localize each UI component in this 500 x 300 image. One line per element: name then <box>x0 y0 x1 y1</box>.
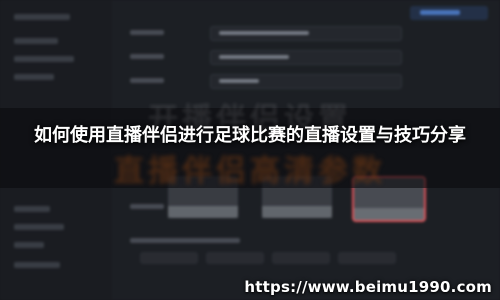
sidebar-item <box>14 242 44 248</box>
top-action-button[interactable] <box>410 6 488 20</box>
option-pill[interactable] <box>206 252 264 264</box>
option-pill[interactable] <box>140 252 198 264</box>
field-label <box>130 204 164 209</box>
sidebar-item <box>14 206 50 212</box>
field-label <box>130 238 240 243</box>
top-action-button-label <box>420 10 460 15</box>
sidebar-item <box>14 262 60 268</box>
sidebar-item <box>14 74 54 80</box>
settings-field[interactable] <box>210 50 402 65</box>
screenshot-canvas: 开播伴侣设置 直播伴侣高清参数 如何使用直播伴侣进行足球比赛的直播设置与技巧分享… <box>0 0 500 300</box>
field-label <box>130 54 164 59</box>
sidebar-item <box>14 224 64 230</box>
field-label <box>130 78 164 83</box>
article-headline: 如何使用直播伴侣进行足球比赛的直播设置与技巧分享 <box>34 125 466 146</box>
field-label <box>130 30 164 35</box>
background-headline-bottom: 直播伴侣高清参数 <box>114 154 386 189</box>
sidebar-item <box>14 38 58 44</box>
option-pill[interactable] <box>338 252 396 264</box>
settings-field[interactable] <box>210 74 402 89</box>
option-pill[interactable] <box>272 252 330 264</box>
settings-field[interactable] <box>210 26 402 41</box>
sidebar-item <box>14 14 70 20</box>
site-watermark: https://www.beimu1990.com <box>244 278 492 296</box>
sidebar-item <box>14 56 74 62</box>
